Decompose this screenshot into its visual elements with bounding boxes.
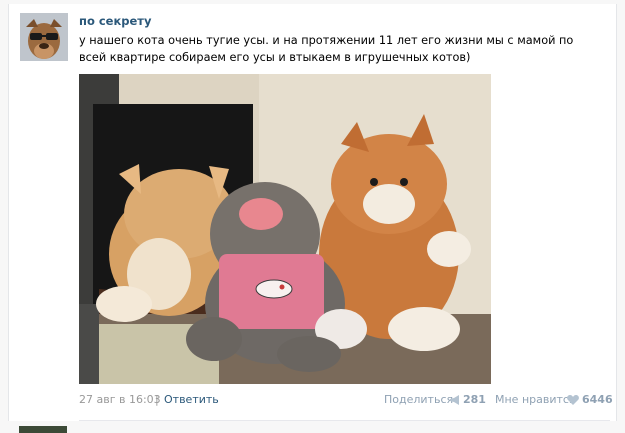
like-count[interactable]: 6446 bbox=[582, 393, 613, 407]
author-name-link[interactable]: по секрету bbox=[79, 14, 151, 28]
avatar-image bbox=[20, 13, 68, 61]
next-post-avatar[interactable] bbox=[19, 426, 67, 433]
author-avatar[interactable] bbox=[20, 13, 68, 61]
footer-separator: | bbox=[155, 393, 159, 406]
heart-icon[interactable] bbox=[567, 395, 579, 405]
post-divider bbox=[79, 420, 610, 421]
post-footer: 27 авг в 16:03 | Ответить Поделиться 281… bbox=[79, 393, 613, 407]
post-date[interactable]: 27 авг в 16:03 bbox=[79, 393, 161, 407]
post-photo[interactable] bbox=[79, 74, 491, 384]
share-count[interactable]: 281 bbox=[463, 393, 486, 407]
share-button[interactable]: Поделиться bbox=[384, 393, 453, 407]
megaphone-icon[interactable] bbox=[449, 395, 460, 405]
like-button[interactable]: Мне нравится bbox=[495, 393, 576, 407]
post-text: у нашего кота очень тугие усы. и на прот… bbox=[79, 34, 574, 64]
wall-post: по секрету у нашего кота очень тугие усы… bbox=[8, 4, 617, 421]
reply-link[interactable]: Ответить bbox=[164, 393, 219, 407]
